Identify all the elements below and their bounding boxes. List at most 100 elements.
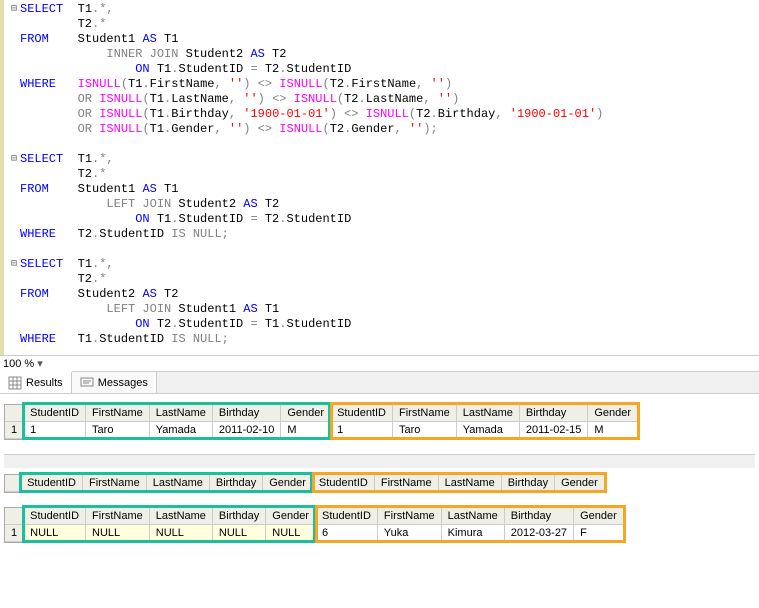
column-header[interactable]: Gender [266, 508, 316, 525]
column-header[interactable]: FirstName [83, 475, 147, 492]
column-header[interactable]: LastName [150, 405, 213, 422]
column-header[interactable]: LastName [457, 405, 520, 422]
column-header[interactable]: FirstName [86, 405, 150, 422]
column-header[interactable]: FirstName [86, 508, 150, 525]
cell[interactable]: 6 [316, 525, 378, 542]
code-text: FROM Student1 AS T1 [20, 182, 178, 197]
splitter[interactable] [4, 454, 755, 468]
code-line[interactable]: OR ISNULL(T1.Birthday, '1900-01-01') <> … [4, 107, 759, 122]
cell[interactable]: NULL [213, 525, 266, 542]
cell[interactable]: F [574, 525, 624, 542]
cell[interactable]: NULL [24, 525, 86, 542]
column-header[interactable]: LastName [150, 508, 213, 525]
code-text: SELECT T1.*, [20, 257, 114, 272]
column-header[interactable]: LastName [147, 475, 210, 492]
tab-messages[interactable]: Messages [72, 372, 157, 393]
column-header[interactable]: LastName [442, 508, 505, 525]
cell[interactable]: Taro [86, 422, 150, 439]
code-line[interactable]: ⊟SELECT T1.*, [4, 152, 759, 167]
column-header[interactable]: StudentID [24, 508, 86, 525]
code-text: SELECT T1.*, [20, 152, 114, 167]
cell[interactable]: Yamada [150, 422, 213, 439]
column-header[interactable]: StudentID [21, 475, 83, 492]
cell[interactable]: 2011-02-15 [520, 422, 588, 439]
code-line[interactable] [4, 137, 759, 152]
results-tab-bar: Results Messages [0, 371, 759, 394]
code-line[interactable]: FROM Student1 AS T1 [4, 182, 759, 197]
cell[interactable]: 2011-02-10 [213, 422, 281, 439]
code-line[interactable]: WHERE T1.StudentID IS NULL; [4, 332, 759, 347]
code-text: WHERE T1.StudentID IS NULL; [20, 332, 229, 347]
code-line[interactable]: T2.* [4, 272, 759, 287]
code-line[interactable]: LEFT JOIN Student1 AS T1 [4, 302, 759, 317]
zoom-dropdown-icon[interactable]: ▾ [37, 357, 43, 370]
fold-toggle-icon[interactable]: ⊟ [8, 152, 20, 167]
fold-toggle-icon [8, 317, 20, 332]
code-text: T2.* [20, 272, 106, 287]
code-line[interactable]: OR ISNULL(T1.LastName, '') <> ISNULL(T2.… [4, 92, 759, 107]
column-header[interactable]: StudentID [24, 405, 86, 422]
column-header[interactable]: Gender [263, 475, 313, 492]
cell[interactable]: NULL [86, 525, 150, 542]
column-header[interactable]: Birthday [505, 508, 574, 525]
column-header[interactable]: Gender [574, 508, 624, 525]
sql-editor[interactable]: ⊟SELECT T1.*, T2.*FROM Student1 AS T1 IN… [0, 0, 759, 355]
code-line[interactable]: ON T2.StudentID = T1.StudentID [4, 317, 759, 332]
result-grid[interactable]: StudentIDFirstNameLastNameBirthdayGender… [4, 404, 639, 440]
code-text: INNER JOIN Student2 AS T2 [20, 47, 286, 62]
code-line[interactable]: ⊟SELECT T1.*, [4, 2, 759, 17]
column-header[interactable]: FirstName [393, 405, 457, 422]
fold-toggle-icon [8, 62, 20, 77]
cell[interactable]: NULL [266, 525, 316, 542]
cell[interactable]: Taro [393, 422, 457, 439]
code-line[interactable]: ⊟SELECT T1.*, [4, 257, 759, 272]
result-grid[interactable]: StudentIDFirstNameLastNameBirthdayGender… [4, 474, 606, 493]
column-header[interactable]: Gender [281, 405, 331, 422]
column-header[interactable]: StudentID [313, 475, 375, 492]
cell[interactable]: Kimura [442, 525, 505, 542]
column-header[interactable]: FirstName [378, 508, 442, 525]
column-header[interactable]: Birthday [520, 405, 588, 422]
code-line[interactable]: FROM Student1 AS T1 [4, 32, 759, 47]
code-line[interactable]: OR ISNULL(T1.Gender, '') <> ISNULL(T2.Ge… [4, 122, 759, 137]
column-header[interactable]: StudentID [316, 508, 378, 525]
code-line[interactable]: FROM Student2 AS T2 [4, 287, 759, 302]
code-text: T2.* [20, 167, 106, 182]
code-line[interactable]: LEFT JOIN Student2 AS T2 [4, 197, 759, 212]
cell[interactable]: Yuka [378, 525, 442, 542]
cell[interactable]: M [588, 422, 638, 439]
row-number[interactable]: 1 [5, 422, 24, 439]
code-text [20, 137, 27, 152]
code-line[interactable]: T2.* [4, 167, 759, 182]
code-line[interactable] [4, 242, 759, 257]
cell[interactable]: NULL [150, 525, 213, 542]
column-header[interactable]: StudentID [331, 405, 393, 422]
column-header[interactable]: Birthday [502, 475, 555, 492]
cell[interactable]: 1 [24, 422, 86, 439]
code-line[interactable]: WHERE T2.StudentID IS NULL; [4, 227, 759, 242]
fold-toggle-icon [8, 17, 20, 32]
column-header[interactable]: Birthday [213, 508, 266, 525]
column-header[interactable]: FirstName [375, 475, 439, 492]
cell[interactable]: 1 [331, 422, 393, 439]
code-line[interactable]: INNER JOIN Student2 AS T2 [4, 47, 759, 62]
tab-results[interactable]: Results [0, 371, 72, 393]
column-header[interactable]: Birthday [213, 405, 281, 422]
column-header[interactable]: Gender [555, 475, 605, 492]
column-header[interactable]: LastName [439, 475, 502, 492]
cell[interactable]: M [281, 422, 331, 439]
cell[interactable]: Yamada [457, 422, 520, 439]
code-line[interactable]: T2.* [4, 17, 759, 32]
code-text: OR ISNULL(T1.Gender, '') <> ISNULL(T2.Ge… [20, 122, 438, 137]
result-grid[interactable]: StudentIDFirstNameLastNameBirthdayGender… [4, 507, 625, 543]
code-line[interactable]: ON T1.StudentID = T2.StudentID [4, 62, 759, 77]
fold-toggle-icon [8, 227, 20, 242]
column-header[interactable]: Birthday [210, 475, 263, 492]
cell[interactable]: 2012-03-27 [505, 525, 574, 542]
fold-toggle-icon[interactable]: ⊟ [8, 2, 20, 17]
column-header[interactable]: Gender [588, 405, 638, 422]
fold-toggle-icon[interactable]: ⊟ [8, 257, 20, 272]
row-number[interactable]: 1 [5, 525, 24, 542]
code-line[interactable]: ON T1.StudentID = T2.StudentID [4, 212, 759, 227]
code-line[interactable]: WHERE ISNULL(T1.FirstName, '') <> ISNULL… [4, 77, 759, 92]
